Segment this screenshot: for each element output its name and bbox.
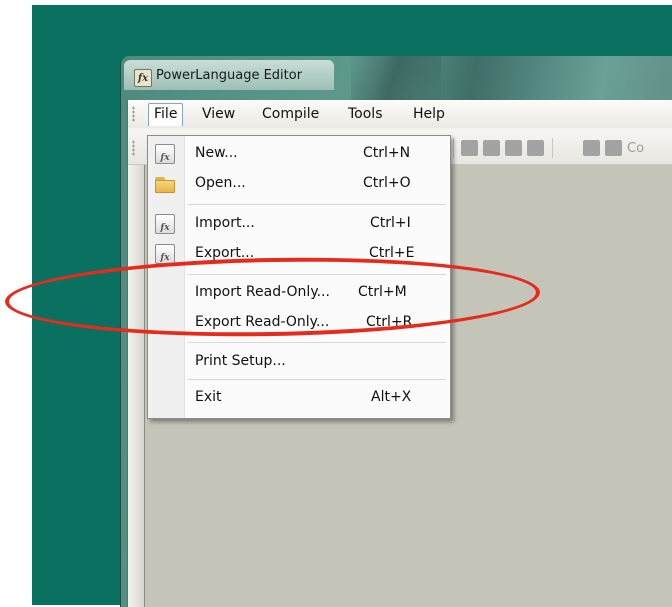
menu-item-exit[interactable]: Exit Alt+X bbox=[148, 384, 450, 412]
new-study-icon: fx bbox=[155, 144, 175, 164]
toolbar-paste-icon[interactable] bbox=[505, 140, 522, 156]
menubar-grip-icon[interactable] bbox=[132, 106, 135, 122]
title-bar[interactable]: fx PowerLanguage Editor bbox=[124, 60, 334, 90]
menu-file[interactable]: File bbox=[148, 103, 184, 126]
toolbar-delete-icon[interactable] bbox=[527, 140, 544, 156]
export-icon: fx bbox=[155, 244, 175, 264]
menu-compile[interactable]: Compile bbox=[257, 104, 324, 124]
menu-view[interactable]: View bbox=[197, 104, 240, 124]
left-rail bbox=[128, 165, 144, 607]
menu-item-new[interactable]: fx New... Ctrl+N bbox=[148, 140, 450, 168]
menu-separator bbox=[188, 342, 446, 343]
toolbar-compile-label[interactable]: Co bbox=[627, 141, 644, 156]
import-icon: fx bbox=[155, 214, 175, 234]
app-icon: fx bbox=[134, 69, 152, 87]
menu-bar: File View Compile Tools Help bbox=[128, 100, 672, 128]
toolbar-cut-icon[interactable] bbox=[461, 140, 478, 156]
folder-icon bbox=[155, 177, 175, 193]
menu-separator bbox=[188, 379, 446, 380]
menu-separator bbox=[188, 204, 446, 205]
toolbar-grip-icon[interactable] bbox=[132, 140, 135, 156]
toolbar-compile-icon[interactable] bbox=[605, 140, 622, 156]
window-title: PowerLanguage Editor bbox=[156, 68, 303, 83]
menu-tools[interactable]: Tools bbox=[343, 104, 388, 124]
menu-item-open[interactable]: Open... Ctrl+O bbox=[148, 170, 450, 198]
toolbar-copy-icon[interactable] bbox=[483, 140, 500, 156]
menu-item-import[interactable]: fx Import... Ctrl+I bbox=[148, 210, 450, 238]
menu-help[interactable]: Help bbox=[408, 104, 450, 124]
menu-item-print-setup[interactable]: Print Setup... bbox=[148, 348, 450, 376]
toolbar-verify-icon[interactable] bbox=[583, 140, 600, 156]
